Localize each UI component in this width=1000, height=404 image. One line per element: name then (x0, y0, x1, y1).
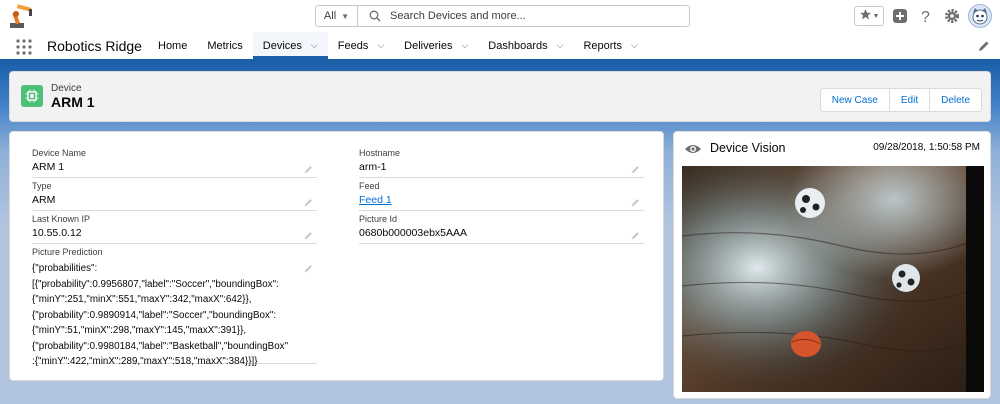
nav-item-devices[interactable]: Devices ⌵ (252, 32, 328, 59)
pencil-icon[interactable] (304, 229, 313, 240)
record-detail-card: Device Name ARM 1 Hostname arm-1 Type AR… (9, 131, 664, 381)
field-label: Feed (359, 181, 380, 191)
field-label: Type (32, 181, 52, 191)
pencil-icon[interactable] (304, 196, 313, 207)
nav-item-label: Devices (262, 39, 302, 52)
app-name: Robotics Ridge (47, 38, 142, 54)
app-nav-bar: Robotics Ridge Home Metrics Devices ⌵ Fee… (0, 32, 1000, 62)
chip-icon (21, 85, 43, 107)
nav-item-metrics[interactable]: Metrics (197, 32, 252, 59)
camera-image (682, 166, 984, 392)
field-label: Device Name (32, 148, 87, 158)
robot-logo-icon[interactable] (8, 3, 36, 29)
field-value: 0680b000003ebx5AAA (359, 227, 468, 239)
nav-items: Home Metrics Devices ⌵ Feeds ⌵ Deliveries ⌵… (148, 32, 648, 59)
global-header: All ▼ ▼ ? (0, 0, 1000, 32)
chevron-down-icon[interactable]: ⌵ (557, 40, 564, 51)
pencil-icon[interactable] (631, 229, 640, 240)
field-label: Hostname (359, 148, 401, 158)
record-type-label: Device (51, 83, 82, 94)
global-search: All ▼ (315, 5, 690, 27)
pencil-icon[interactable] (631, 163, 640, 174)
app-launcher-icon[interactable] (16, 39, 32, 55)
nav-item-deliveries[interactable]: Deliveries ⌵ (394, 32, 478, 59)
nav-item-dashboards[interactable]: Dashboards ⌵ (478, 32, 573, 59)
chevron-down-icon[interactable]: ⌵ (311, 40, 318, 51)
search-scope-label: All (323, 10, 337, 22)
delete-button[interactable]: Delete (930, 88, 982, 112)
nav-item-label: Feeds (337, 39, 369, 52)
field-picture-prediction: Picture Prediction {"probabilities": [{"… (32, 246, 317, 367)
help-icon[interactable]: ? (916, 6, 936, 26)
gear-icon[interactable] (942, 6, 962, 26)
record-header: Device ARM 1 New Case Edit Delete (9, 71, 991, 122)
search-scope-dropdown[interactable]: All ▼ (316, 6, 358, 26)
eye-icon (684, 143, 702, 155)
nav-item-feeds[interactable]: Feeds ⌵ (328, 32, 394, 59)
chevron-down-icon[interactable]: ⌵ (631, 40, 638, 51)
field-label: Picture Prediction (32, 247, 103, 257)
nav-item-home[interactable]: Home (148, 32, 197, 59)
chevron-down-icon[interactable]: ⌵ (461, 40, 468, 51)
device-vision-card: Device Vision 09/28/2018, 1:50:58 PM (673, 131, 991, 399)
edit-nav-pencil-icon[interactable] (978, 40, 990, 52)
feed-link[interactable]: Feed 1 (359, 192, 644, 210)
search-icon (364, 6, 386, 26)
pencil-icon[interactable] (304, 163, 313, 174)
field-hostname: Hostname arm-1 (359, 147, 644, 178)
search-input[interactable] (386, 6, 689, 26)
pencil-icon[interactable] (304, 262, 313, 273)
vision-timestamp: 09/28/2018, 1:50:58 PM (873, 142, 980, 153)
nav-item-label: Reports (583, 39, 622, 52)
favorites-button[interactable]: ▼ (854, 6, 884, 26)
field-feed: Feed Feed 1 (359, 180, 644, 211)
nav-item-label: Deliveries (404, 39, 453, 52)
caret-down-icon: ▼ (341, 11, 350, 21)
nav-item-label: Home (158, 39, 188, 52)
caret-down-icon: ▼ (872, 12, 880, 20)
field-device-name: Device Name ARM 1 (32, 147, 317, 178)
new-case-button[interactable]: New Case (819, 88, 890, 112)
nav-item-label: Dashboards (488, 39, 548, 52)
avatar[interactable] (968, 4, 992, 28)
field-value: 10.55.0.12 (32, 227, 82, 239)
svg-text:?: ? (921, 9, 930, 24)
field-value: ARM (32, 194, 56, 206)
star-icon (859, 8, 872, 24)
field-value: ARM 1 (32, 161, 65, 173)
edit-button[interactable]: Edit (889, 88, 931, 112)
field-last-known-ip: Last Known IP 10.55.0.12 (32, 213, 317, 244)
record-title: ARM 1 (51, 94, 95, 110)
plus-icon[interactable] (890, 6, 910, 26)
prediction-json: {"probabilities": [{"probability":0.9956… (32, 263, 289, 367)
record-actions: New Case Edit Delete (819, 88, 982, 112)
field-label: Picture Id (359, 214, 398, 224)
chevron-down-icon[interactable]: ⌵ (377, 40, 384, 51)
pencil-icon[interactable] (631, 196, 640, 207)
field-type: Type ARM (32, 180, 317, 211)
nav-item-reports[interactable]: Reports ⌵ (573, 32, 647, 59)
field-value: arm-1 (359, 161, 387, 173)
field-picture-id: Picture Id 0680b000003ebx5AAA (359, 213, 644, 244)
nav-item-label: Metrics (207, 39, 243, 52)
header-tools: ▼ ? (854, 4, 992, 28)
vision-title: Device Vision (710, 141, 786, 155)
field-label: Last Known IP (32, 214, 91, 224)
